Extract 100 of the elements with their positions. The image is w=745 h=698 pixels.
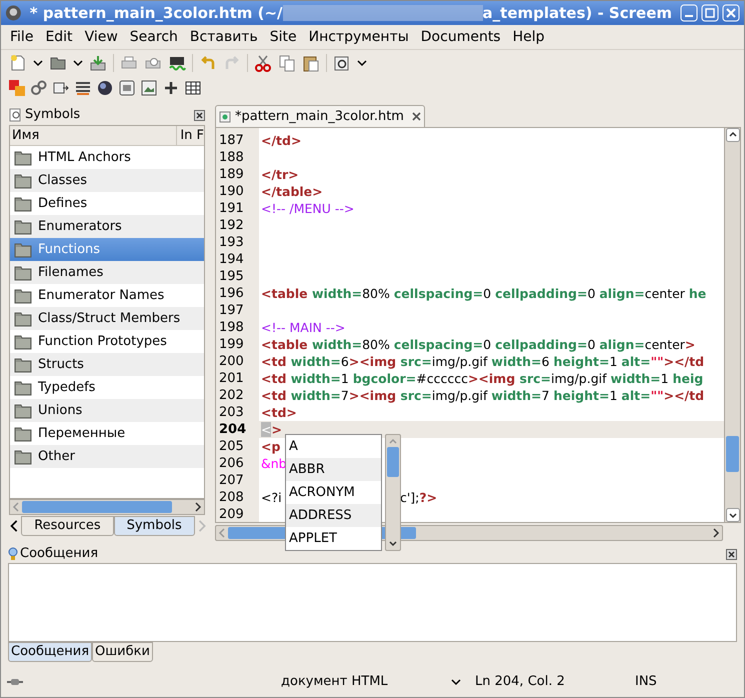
minimize-icon[interactable] bbox=[680, 4, 698, 22]
line-number: 196 bbox=[218, 285, 245, 302]
line-number: 202 bbox=[218, 387, 245, 404]
folder-icon bbox=[14, 218, 32, 234]
tree-item[interactable]: Filenames bbox=[10, 261, 204, 284]
save-icon[interactable] bbox=[89, 54, 107, 72]
scrollbar-thumb[interactable] bbox=[22, 501, 172, 513]
maximize-icon[interactable] bbox=[701, 4, 719, 22]
code-line: </table> bbox=[261, 184, 323, 199]
caret-icon[interactable] bbox=[73, 58, 83, 68]
menu-item[interactable]: Инструменты bbox=[304, 26, 414, 48]
panel-title: Сообщения bbox=[20, 545, 98, 564]
line-number: 187 bbox=[218, 132, 245, 149]
insert-mode: INS bbox=[635, 673, 657, 692]
code-line: c'];?> bbox=[400, 489, 438, 506]
folder-icon bbox=[14, 334, 32, 350]
line-number: 201 bbox=[218, 370, 245, 387]
panel-title: Symbols bbox=[25, 106, 80, 124]
table-icon[interactable] bbox=[185, 80, 201, 96]
editor-tab[interactable]: *pattern_main_3color.htm bbox=[215, 105, 425, 127]
line-number: 200 bbox=[218, 353, 245, 370]
new-file-icon[interactable] bbox=[9, 54, 27, 72]
folder-icon bbox=[14, 288, 32, 304]
line-number: 203 bbox=[218, 404, 245, 421]
folder-icon bbox=[14, 402, 32, 418]
copy-icon[interactable] bbox=[278, 54, 296, 72]
tree-item[interactable]: Other bbox=[10, 445, 204, 468]
completion-item[interactable]: ADDRESS bbox=[286, 504, 381, 527]
cut-icon[interactable] bbox=[254, 54, 272, 72]
caret-icon[interactable] bbox=[357, 58, 367, 68]
app-icon bbox=[5, 4, 22, 22]
folder-icon bbox=[14, 356, 32, 372]
line-number: 188 bbox=[218, 149, 245, 166]
panel-tab[interactable]: Resources bbox=[21, 516, 114, 536]
column-header[interactable]: Имя bbox=[10, 126, 178, 145]
panel-tab[interactable]: Symbols bbox=[114, 516, 195, 536]
plus-icon[interactable] bbox=[163, 80, 179, 96]
menu-item[interactable]: File bbox=[5, 26, 38, 48]
code-line: <table width=80% cellspacing=0 cellpadding=0 align=center> bbox=[261, 337, 696, 352]
menu-item[interactable]: Site bbox=[264, 26, 302, 48]
tree-item[interactable]: Class/Struct Members bbox=[10, 307, 204, 330]
code-line: <td> bbox=[261, 405, 297, 420]
menu-item[interactable]: View bbox=[80, 26, 123, 48]
preview-icon[interactable] bbox=[333, 54, 351, 72]
object-icon[interactable] bbox=[119, 80, 135, 96]
line-number: 194 bbox=[218, 251, 245, 268]
completion-item[interactable]: ABBR bbox=[286, 458, 381, 481]
column-header[interactable]: In F bbox=[177, 126, 204, 145]
paste-icon[interactable] bbox=[302, 54, 320, 72]
close-icon[interactable] bbox=[194, 110, 205, 120]
line-number: 206 bbox=[218, 455, 245, 472]
close-icon[interactable] bbox=[726, 548, 737, 560]
code-line: <td width=6><img src=img/p.gif width=6 height=1 alt=""></td bbox=[261, 354, 704, 369]
redo-icon bbox=[223, 54, 241, 72]
code-line: <!-- /MENU --> bbox=[261, 201, 354, 216]
tree-item[interactable]: Unions bbox=[10, 399, 204, 422]
plug-icon bbox=[7, 677, 23, 687]
scroll-down-icon[interactable] bbox=[726, 508, 740, 522]
code-line: <p bbox=[261, 439, 280, 454]
close-icon[interactable] bbox=[412, 112, 421, 121]
printer-icon[interactable] bbox=[120, 54, 138, 72]
line-number: 209 bbox=[218, 506, 245, 522]
document-icon bbox=[219, 110, 231, 122]
tree-item[interactable]: Enumerators bbox=[10, 215, 204, 238]
tag-insert-icon[interactable] bbox=[53, 80, 69, 96]
document-type-dropdown[interactable]: документ HTML bbox=[281, 672, 461, 692]
caret-icon[interactable] bbox=[33, 58, 43, 68]
image-icon[interactable] bbox=[141, 80, 157, 96]
tree-item[interactable]: Classes bbox=[10, 169, 204, 192]
arrow-left-icon[interactable] bbox=[9, 518, 20, 534]
scrollbar-thumb[interactable] bbox=[726, 436, 739, 472]
menu-item[interactable]: Documents bbox=[416, 26, 506, 48]
window-title: * pattern_main_3color.htm (~/ bbox=[30, 2, 283, 24]
scroll-up-icon[interactable] bbox=[726, 128, 740, 142]
folder-icon bbox=[14, 310, 32, 326]
line-number: 207 bbox=[218, 472, 245, 489]
panel-tab[interactable]: Ошибки bbox=[92, 642, 153, 662]
scrollbar-track[interactable] bbox=[724, 128, 740, 522]
folder-icon bbox=[14, 150, 32, 166]
scrollbar-thumb[interactable] bbox=[387, 447, 399, 477]
menu-item[interactable]: Search bbox=[124, 26, 183, 48]
code-line: <!-- MAIN --> bbox=[261, 320, 346, 335]
folder-icon bbox=[14, 448, 32, 464]
color-picker-icon[interactable] bbox=[9, 80, 25, 96]
line-number: 192 bbox=[218, 217, 245, 234]
folder-icon bbox=[14, 264, 32, 280]
rows-icon[interactable] bbox=[75, 80, 91, 96]
code-area[interactable] bbox=[216, 128, 724, 522]
folder-icon bbox=[14, 426, 32, 442]
code-line: </tr> bbox=[261, 167, 299, 182]
menu-item[interactable]: Help bbox=[508, 26, 550, 48]
panel-tab[interactable]: Сообщения bbox=[8, 642, 92, 662]
line-number: 193 bbox=[218, 234, 245, 251]
menu-item[interactable]: Edit bbox=[40, 26, 78, 48]
menu-item[interactable]: Вставить bbox=[184, 26, 263, 48]
tree-item[interactable]: Structs bbox=[10, 353, 204, 376]
line-number: 198 bbox=[218, 319, 245, 336]
folder-icon bbox=[14, 242, 32, 258]
line-number: 204 bbox=[218, 421, 248, 438]
autocomplete-scrollbar-menu[interactable] bbox=[385, 434, 401, 551]
